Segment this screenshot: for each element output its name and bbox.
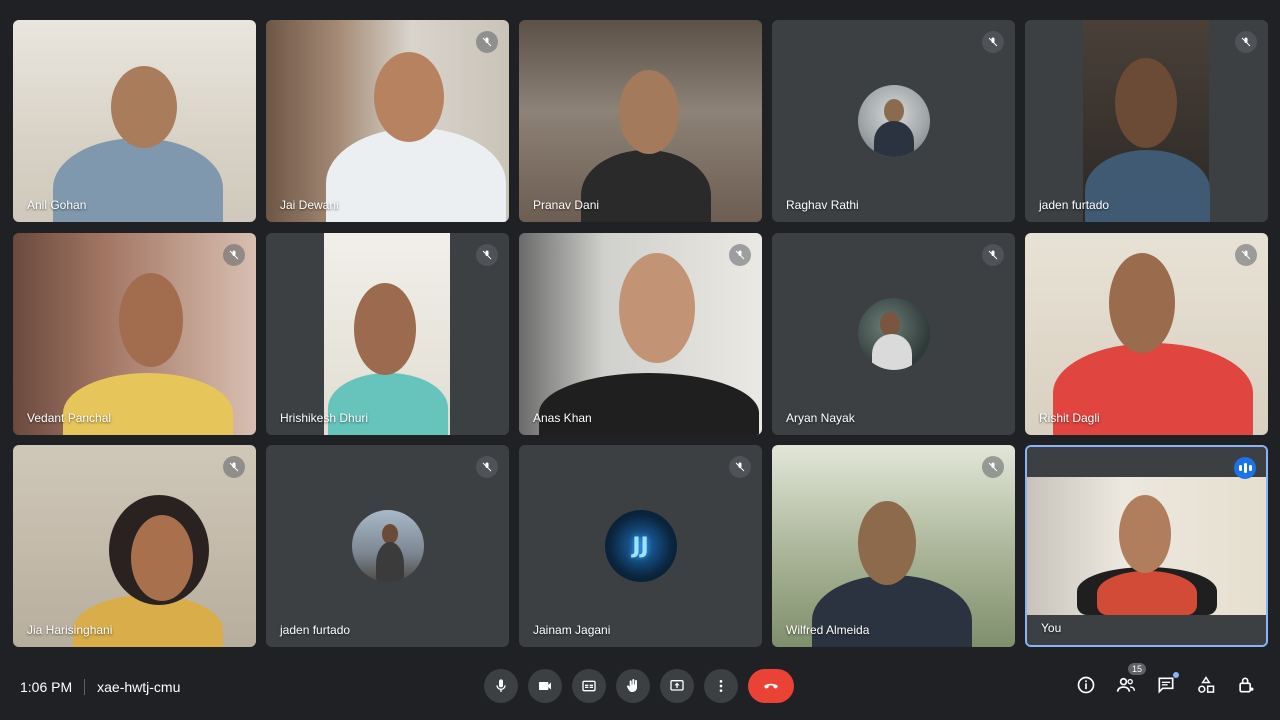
participant-name: Anas Khan bbox=[533, 411, 592, 425]
speaking-indicator-icon bbox=[1234, 457, 1256, 479]
mic-off-icon bbox=[223, 244, 245, 266]
participant-tile[interactable]: Jia Harisinghani bbox=[13, 445, 256, 647]
participant-name: Rishit Dagli bbox=[1039, 411, 1100, 425]
participant-name: Jia Harisinghani bbox=[27, 623, 113, 637]
avatar bbox=[857, 85, 930, 157]
participant-tile[interactable]: Wilfred Almeida bbox=[772, 445, 1015, 647]
mic-off-icon bbox=[982, 456, 1004, 478]
hang-up-icon bbox=[764, 683, 778, 689]
microphone-icon bbox=[496, 679, 506, 692]
participant-video bbox=[266, 233, 509, 435]
participant-tile[interactable]: jaden furtado bbox=[1025, 20, 1268, 222]
call-controls bbox=[484, 669, 794, 703]
camera-icon bbox=[539, 682, 551, 690]
participant-name: Hrishikesh Dhuri bbox=[280, 411, 369, 425]
participant-video bbox=[13, 20, 256, 222]
info-icon bbox=[1077, 676, 1095, 694]
present-screen-icon bbox=[670, 680, 684, 691]
mic-off-icon bbox=[476, 456, 498, 478]
people-count-badge: 15 bbox=[1127, 663, 1146, 675]
participant-tile[interactable]: Rishit Dagli bbox=[1025, 233, 1268, 435]
mic-off-icon bbox=[982, 31, 1004, 53]
present-button[interactable] bbox=[660, 669, 694, 703]
participant-name: Jai Dewani bbox=[280, 198, 339, 212]
mic-off-icon bbox=[729, 456, 751, 478]
participant-video bbox=[13, 445, 256, 647]
participant-name: Aryan Nayak bbox=[786, 411, 855, 425]
mic-off-icon bbox=[982, 244, 1004, 266]
more-options-button[interactable] bbox=[704, 669, 738, 703]
camera-button[interactable] bbox=[528, 669, 562, 703]
divider bbox=[84, 679, 86, 695]
participant-video bbox=[1027, 447, 1266, 645]
captions-button[interactable] bbox=[572, 669, 606, 703]
lock-person-icon bbox=[1239, 677, 1254, 693]
mic-off-icon bbox=[223, 456, 245, 478]
participant-name: jaden furtado bbox=[280, 623, 351, 637]
participant-name: jaden furtado bbox=[1039, 198, 1110, 212]
mic-off-icon bbox=[1235, 244, 1257, 266]
participant-name: Wilfred Almeida bbox=[786, 623, 870, 637]
participant-name: Jainam Jagani bbox=[533, 623, 611, 637]
participant-name: You bbox=[1041, 621, 1062, 635]
participant-tile[interactable]: Aryan Nayak bbox=[772, 233, 1015, 435]
hand-icon bbox=[626, 679, 637, 692]
unread-dot bbox=[1173, 672, 1179, 678]
avatar-initials: JJ bbox=[632, 533, 649, 559]
current-time: 1:06 PM bbox=[20, 679, 73, 695]
participant-tile[interactable]: Pranav Dani bbox=[519, 20, 762, 222]
participant-video bbox=[13, 233, 256, 435]
participant-name: Pranav Dani bbox=[533, 198, 600, 212]
participant-tile[interactable]: Raghav Rathi bbox=[772, 20, 1015, 222]
participant-name: Anil Gohan bbox=[27, 198, 87, 212]
participant-tile[interactable]: Jai Dewani bbox=[266, 20, 509, 222]
participant-tile[interactable]: jaden furtado bbox=[266, 445, 509, 647]
participant-video bbox=[519, 233, 762, 435]
participant-name: Raghav Rathi bbox=[786, 198, 859, 212]
side-panel-controls: 15 bbox=[1074, 663, 1258, 697]
people-button[interactable]: 15 bbox=[1114, 663, 1146, 697]
participant-tile[interactable]: Vedant Panchal bbox=[13, 233, 256, 435]
meeting-details-button[interactable] bbox=[1074, 673, 1098, 697]
more-vert-icon bbox=[719, 680, 723, 692]
participant-tile[interactable]: Anas Khan bbox=[519, 233, 762, 435]
meeting-info: 1:06 PM xae-hwtj-cmu bbox=[20, 679, 180, 695]
participant-tile[interactable]: JJ Jainam Jagani bbox=[519, 445, 762, 647]
participant-name: Vedant Panchal bbox=[27, 411, 112, 425]
avatar: JJ bbox=[604, 510, 677, 582]
mic-off-icon bbox=[476, 244, 498, 266]
activities-shapes-icon bbox=[1198, 676, 1215, 693]
chat-icon bbox=[1158, 677, 1174, 694]
raise-hand-button[interactable] bbox=[616, 669, 650, 703]
microphone-button[interactable] bbox=[484, 669, 518, 703]
self-tile[interactable]: You bbox=[1025, 445, 1268, 647]
captions-icon bbox=[582, 680, 596, 692]
avatar bbox=[857, 298, 930, 370]
participant-video bbox=[772, 445, 1015, 647]
end-call-button[interactable] bbox=[748, 669, 794, 703]
host-controls-button[interactable] bbox=[1234, 673, 1258, 697]
people-icon bbox=[1116, 677, 1135, 692]
participant-video bbox=[266, 20, 509, 222]
meeting-code: xae-hwtj-cmu bbox=[97, 679, 181, 695]
participant-video bbox=[1025, 233, 1268, 435]
chat-button[interactable] bbox=[1154, 672, 1179, 697]
participant-grid: Anil Gohan Jai Dewani Pranav Dani Raghav… bbox=[13, 20, 1268, 647]
control-bar: 1:06 PM xae-hwtj-cmu 15 bbox=[0, 655, 1280, 720]
avatar bbox=[351, 510, 424, 582]
mic-off-icon bbox=[729, 244, 751, 266]
participant-tile[interactable]: Hrishikesh Dhuri bbox=[266, 233, 509, 435]
mic-off-icon bbox=[1235, 31, 1257, 53]
activities-button[interactable] bbox=[1194, 673, 1218, 697]
mic-off-icon bbox=[476, 31, 498, 53]
participant-video bbox=[519, 20, 762, 222]
participant-tile[interactable]: Anil Gohan bbox=[13, 20, 256, 222]
participant-video bbox=[1025, 20, 1268, 222]
